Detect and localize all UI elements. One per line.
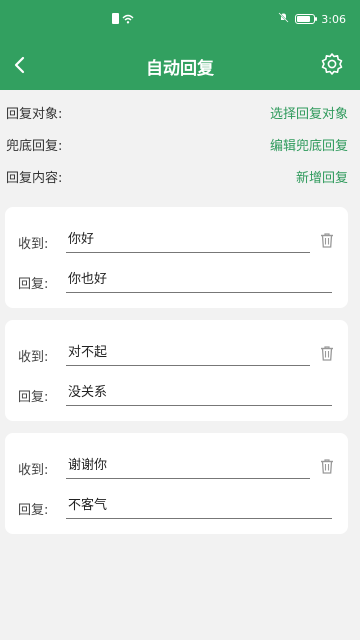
trash-icon[interactable] — [318, 344, 336, 362]
app-header: 3:06 自动回复 — [0, 0, 360, 90]
rule-card: 收到: 谢谢你 回复: 不客气 — [5, 433, 348, 534]
status-bar: 3:06 — [0, 0, 360, 40]
select-reply-target-link[interactable]: 选择回复对象 — [270, 103, 348, 122]
reply-label: 回复: — [18, 277, 49, 292]
receive-row: 收到: 你好 — [18, 225, 333, 255]
status-right: 3:06 — [278, 12, 346, 26]
receive-label: 收到: — [18, 237, 49, 252]
reply-row: 回复: 你也好 — [18, 265, 332, 295]
battery-level — [297, 16, 311, 22]
trash-icon[interactable] — [318, 231, 336, 249]
reply-target-row: 回复对象: 选择回复对象 — [6, 102, 348, 122]
sim-card-icon — [112, 13, 119, 24]
reply-content-label: 回复内容: — [6, 170, 63, 186]
receive-row: 收到: 谢谢你 — [18, 451, 333, 481]
receive-row: 收到: 对不起 — [18, 338, 333, 368]
mute-icon — [278, 12, 289, 26]
reply-target-label: 回复对象: — [6, 106, 63, 122]
rule-card: 收到: 你好 回复: 你也好 — [5, 207, 348, 308]
status-left — [112, 13, 134, 24]
reply-input[interactable]: 不客气 — [66, 491, 332, 519]
edit-fallback-reply-link[interactable]: 编辑兜底回复 — [270, 135, 348, 154]
fallback-reply-row: 兜底回复: 编辑兜底回复 — [6, 134, 348, 154]
toolbar: 自动回复 — [0, 40, 360, 90]
reply-content-row: 回复内容: 新增回复 — [6, 166, 348, 186]
battery-icon — [295, 14, 318, 24]
wifi-icon — [122, 14, 134, 24]
gear-icon[interactable] — [320, 52, 344, 76]
receive-input[interactable]: 谢谢你 — [66, 451, 310, 479]
page-title: 自动回复 — [146, 59, 214, 79]
reply-label: 回复: — [18, 503, 49, 518]
reply-row: 回复: 不客气 — [18, 491, 332, 521]
trash-icon[interactable] — [318, 457, 336, 475]
receive-input[interactable]: 对不起 — [66, 338, 310, 366]
reply-label: 回复: — [18, 390, 49, 405]
reply-input[interactable]: 没关系 — [66, 378, 332, 406]
receive-label: 收到: — [18, 463, 49, 478]
reply-input[interactable]: 你也好 — [66, 265, 332, 293]
receive-input[interactable]: 你好 — [66, 225, 310, 253]
reply-row: 回复: 没关系 — [18, 378, 332, 408]
rule-card: 收到: 对不起 回复: 没关系 — [5, 320, 348, 421]
add-reply-link[interactable]: 新增回复 — [296, 167, 348, 186]
status-time: 3:06 — [321, 12, 346, 26]
fallback-reply-label: 兜底回复: — [6, 138, 63, 154]
receive-label: 收到: — [18, 350, 49, 365]
